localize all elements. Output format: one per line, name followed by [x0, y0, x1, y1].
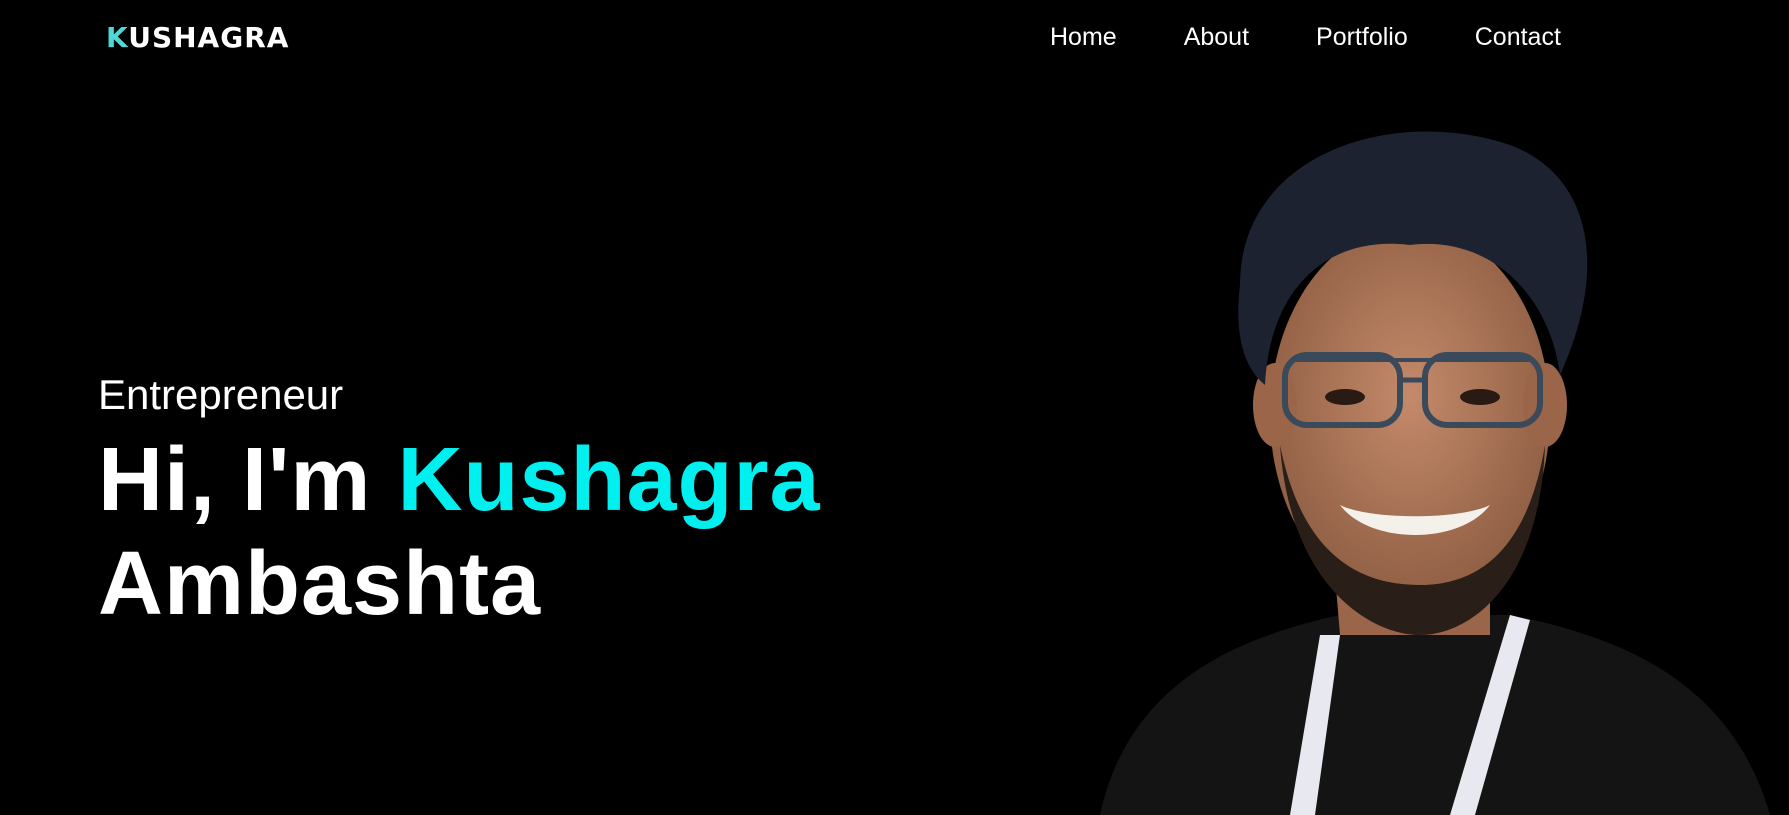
hero-greeting: Hi, I'm — [98, 430, 372, 530]
logo-accent-letter: K — [106, 21, 129, 54]
logo-text: USHAGRA — [128, 21, 290, 54]
nav-about-link[interactable]: About — [1184, 22, 1249, 52]
main-navigation: Home About Portfolio Contact — [1050, 22, 1561, 52]
nav-portfolio-link[interactable]: Portfolio — [1316, 22, 1408, 52]
nav-home-link[interactable]: Home — [1050, 22, 1117, 52]
portrait-photo — [1100, 131, 1770, 815]
nav-contact-link[interactable]: Contact — [1475, 22, 1561, 52]
hero-role: Entrepreneur — [98, 371, 344, 418]
hero-headline: Hi, I'm Kushagra Ambashta — [98, 428, 998, 636]
site-logo[interactable]: KUSHAGRA — [106, 22, 289, 54]
hero-first-name: Kushagra — [397, 430, 821, 530]
hero-last-name: Ambashta — [98, 534, 542, 634]
hero-section: Entrepreneur Hi, I'm Kushagra Ambashta — [98, 370, 998, 636]
